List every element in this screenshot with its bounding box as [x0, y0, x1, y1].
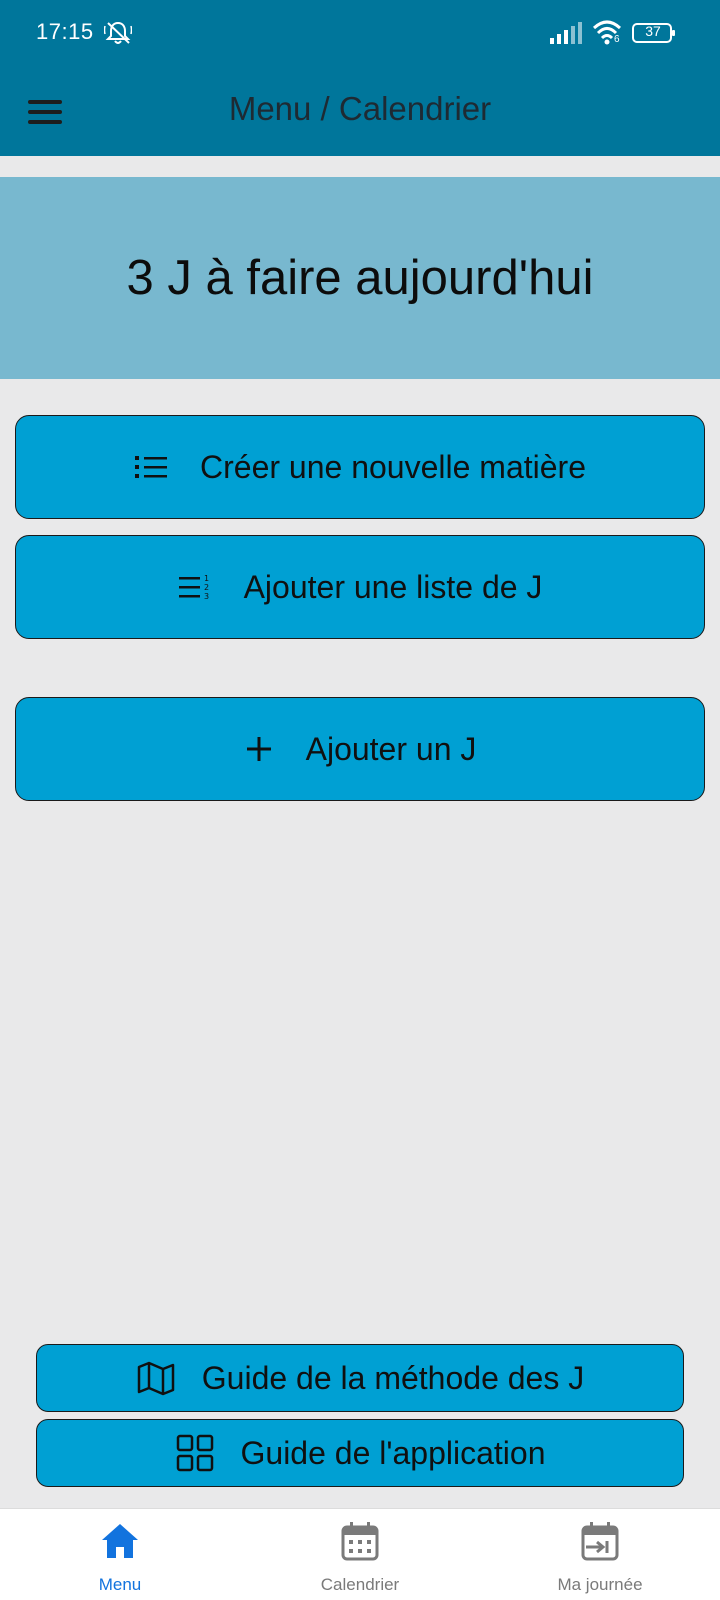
nav-my-day-label: Ma journée	[557, 1575, 643, 1594]
svg-text:1: 1	[204, 574, 209, 583]
app-guide-label: Guide de l'application	[240, 1434, 546, 1471]
calendar-arrow-icon	[581, 1522, 619, 1561]
create-subject-button[interactable]: Créer une nouvelle matière	[15, 415, 705, 519]
signal-icon	[550, 22, 582, 44]
method-guide-label: Guide de la méthode des J	[201, 1359, 585, 1396]
nav-calendar-label: Calendrier	[320, 1575, 400, 1594]
home-icon	[102, 1524, 138, 1558]
add-list-button[interactable]: 1 2 3 Ajouter une liste de J	[15, 535, 705, 639]
status-time: 17:15	[36, 19, 94, 44]
svg-text:2: 2	[204, 583, 209, 592]
app-bar: Menu / Calendrier	[0, 68, 720, 156]
top-bar: 17:15 6 37 Menu / Calendrier	[0, 0, 720, 156]
add-j-button[interactable]: Ajouter un J	[15, 697, 705, 801]
app-screen: 17:15 6 37 Menu / Calendrier 3 J à faire…	[0, 0, 720, 1600]
grid-icon	[175, 1433, 215, 1473]
page-title: Menu / Calendrier	[228, 90, 492, 127]
create-subject-label: Créer une nouvelle matière	[200, 448, 586, 485]
method-guide-button[interactable]: Guide de la méthode des J	[36, 1344, 684, 1412]
battery-level: 37	[645, 23, 661, 39]
today-banner: 3 J à faire aujourd'hui	[0, 177, 720, 379]
add-j-label: Ajouter un J	[305, 730, 477, 767]
numbered-list-icon: 1 2 3	[178, 573, 212, 601]
nav-my-day[interactable]: Ma journée	[500, 1509, 700, 1600]
wifi-badge: 6	[614, 34, 620, 45]
nav-calendar[interactable]: Calendrier	[260, 1509, 460, 1600]
plus-icon	[244, 734, 274, 764]
nav-menu[interactable]: Menu	[20, 1509, 220, 1600]
app-guide-button[interactable]: Guide de l'application	[36, 1419, 684, 1487]
nav-menu-label: Menu	[98, 1575, 142, 1594]
add-list-label: Ajouter une liste de J	[243, 568, 543, 605]
svg-text:3: 3	[204, 592, 209, 601]
bottom-navigation: Menu Calendrier Ma journée	[0, 1508, 720, 1600]
map-icon	[136, 1360, 176, 1396]
list-icon	[134, 453, 168, 481]
today-count-text: 3 J à faire aujourd'hui	[126, 251, 594, 305]
status-bar: 17:15 6 37	[0, 0, 720, 68]
calendar-icon	[341, 1522, 379, 1561]
bell-off-icon	[104, 21, 132, 44]
